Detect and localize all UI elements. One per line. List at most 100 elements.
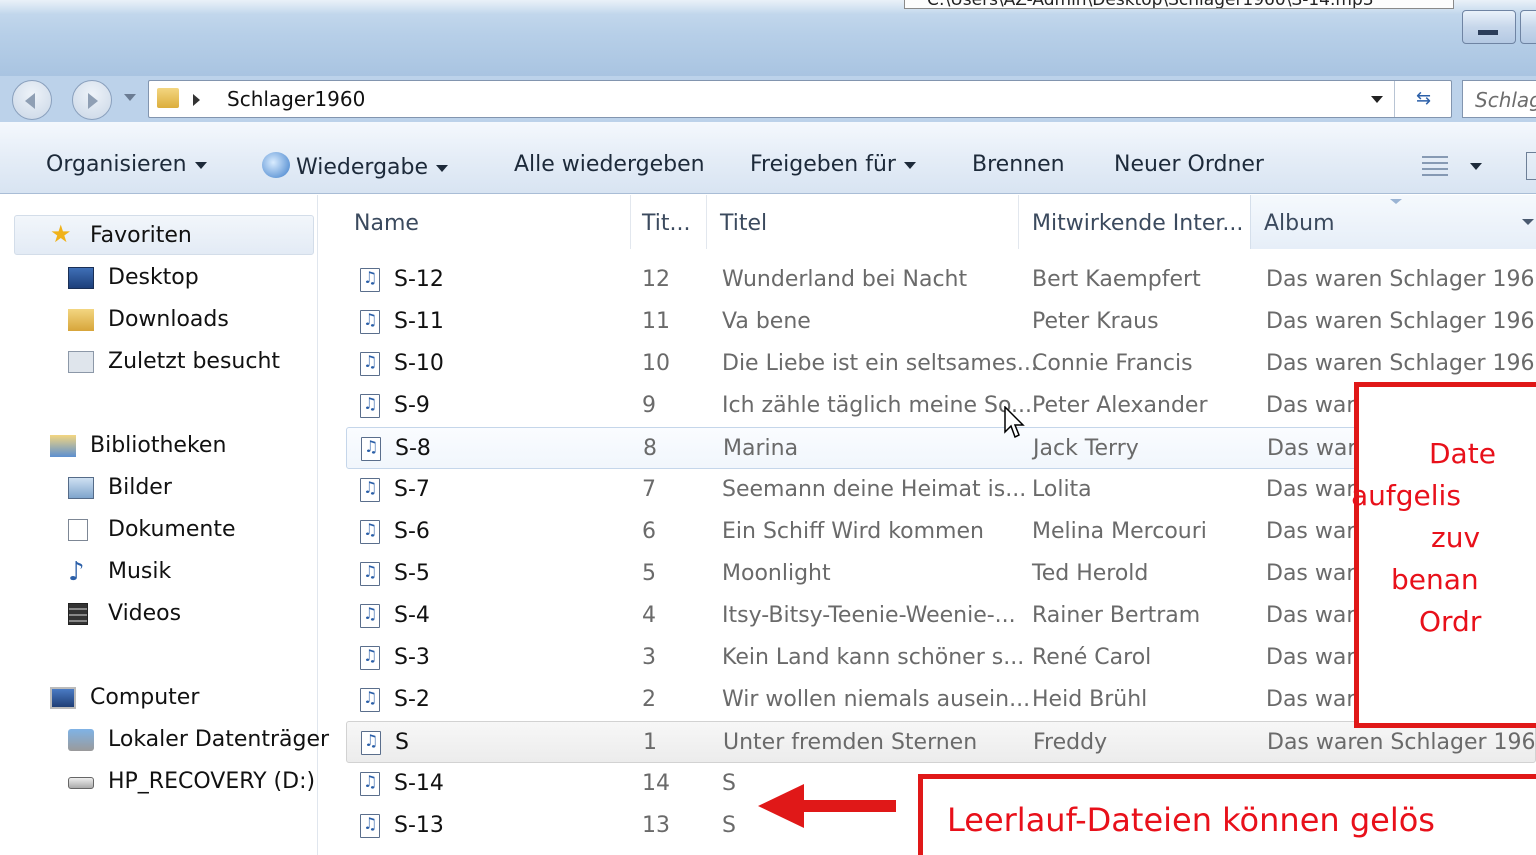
burn-button[interactable]: Brennen bbox=[972, 152, 1065, 177]
file-name: S-14 bbox=[394, 771, 444, 796]
column-header-track[interactable]: Tit... bbox=[642, 211, 690, 236]
address-bar[interactable]: Schlager1960 ⇆ bbox=[148, 80, 1452, 118]
track-artist: Jack Terry bbox=[1033, 436, 1139, 461]
track-title: S bbox=[722, 771, 736, 796]
file-name: S-13 bbox=[394, 813, 444, 838]
track-artist: Freddy bbox=[1033, 730, 1108, 755]
annotation-arrow-shaft bbox=[800, 800, 896, 812]
folder-icon bbox=[157, 88, 179, 108]
column-header-title[interactable]: Titel bbox=[720, 211, 767, 236]
share-with-button[interactable]: Freigeben für bbox=[750, 152, 916, 177]
track-artist: Lolita bbox=[1032, 477, 1092, 502]
track-title: Ein Schiff Wird kommen bbox=[722, 519, 984, 544]
maximize-button[interactable] bbox=[1520, 10, 1536, 44]
play-all-button[interactable]: Alle wiedergeben bbox=[514, 152, 705, 177]
file-name: S-8 bbox=[395, 436, 431, 461]
track-number: 7 bbox=[642, 477, 656, 502]
navigation-pane: ★ Favoriten Desktop Downloads Zuletzt be… bbox=[0, 195, 329, 855]
new-folder-button[interactable]: Neuer Ordner bbox=[1114, 152, 1264, 177]
breadcrumb-folder[interactable]: Schlager1960 bbox=[227, 87, 365, 111]
share-with-label: Freigeben für bbox=[750, 152, 896, 177]
back-button[interactable] bbox=[12, 80, 52, 120]
track-title: Seemann deine Heimat is... bbox=[722, 477, 1027, 502]
column-header-artists[interactable]: Mitwirkende Inter... bbox=[1032, 211, 1243, 236]
audio-file-icon bbox=[360, 394, 380, 418]
recent-pages-dropdown-icon[interactable] bbox=[124, 94, 136, 101]
annotation-arrow-icon bbox=[758, 784, 804, 828]
audio-file-icon bbox=[360, 352, 380, 376]
pictures-icon bbox=[68, 477, 94, 499]
refresh-icon: ⇆ bbox=[1415, 88, 1432, 109]
track-artist: Melina Mercouri bbox=[1032, 519, 1207, 544]
column-divider[interactable] bbox=[630, 195, 631, 249]
track-artist: Heid Brühl bbox=[1032, 687, 1148, 712]
file-name: S-7 bbox=[394, 477, 430, 502]
file-row[interactable]: S-10 10 Die Liebe ist ein seltsames...Conn… bbox=[346, 343, 1536, 385]
audio-file-icon bbox=[360, 772, 380, 796]
search-input[interactable]: Schlag bbox=[1462, 80, 1536, 118]
track-album: Das waren Schlager 1960 bbox=[1266, 309, 1536, 334]
track-number: 1 bbox=[643, 730, 657, 755]
playback-button[interactable]: Wiedergabe bbox=[262, 152, 449, 180]
sidebar-item-label: Videos bbox=[108, 601, 182, 626]
track-title: Marina bbox=[723, 436, 799, 461]
minimize-icon bbox=[1478, 30, 1498, 35]
track-artist: Rainer Bertram bbox=[1032, 603, 1201, 628]
minimize-button[interactable] bbox=[1462, 10, 1516, 44]
sidebar-item-label: Desktop bbox=[108, 265, 199, 290]
callout-line: benan bbox=[1391, 563, 1479, 596]
file-name: S-3 bbox=[394, 645, 430, 670]
downloads-folder-icon bbox=[68, 309, 94, 331]
sidebar-item-label: Bibliotheken bbox=[90, 433, 227, 458]
chevron-down-icon bbox=[194, 161, 207, 169]
sidebar-item-label: Dokumente bbox=[108, 517, 236, 542]
track-title: Va bene bbox=[722, 309, 811, 334]
sidebar-item-label: Lokaler Datenträger bbox=[108, 727, 330, 752]
track-album: Das waren Schlager 1960 bbox=[1267, 730, 1536, 755]
sidebar-item-label: Favoriten bbox=[90, 223, 192, 248]
callout-line: zuv bbox=[1431, 521, 1481, 554]
track-number: 11 bbox=[642, 309, 670, 334]
file-name: S-5 bbox=[394, 561, 430, 586]
preview-pane-icon[interactable] bbox=[1526, 152, 1536, 180]
title-bar bbox=[0, 0, 1536, 76]
command-bar: Organisieren Wiedergabe Alle wiedergeben… bbox=[0, 122, 1536, 194]
file-row[interactable]: S-12 12 Wunderland bei Nacht Bert Kaempfert… bbox=[346, 259, 1536, 301]
file-name: S-2 bbox=[394, 687, 430, 712]
column-filter-dropdown-icon[interactable] bbox=[1522, 219, 1534, 225]
track-title: Die Liebe ist ein seltsames... bbox=[722, 351, 1038, 376]
column-header-name[interactable]: Name bbox=[354, 211, 419, 236]
hard-drive-icon bbox=[68, 729, 94, 751]
track-artist: Ted Herold bbox=[1032, 561, 1149, 586]
refresh-button[interactable]: ⇆ bbox=[1394, 81, 1452, 117]
track-artist: Peter Kraus bbox=[1032, 309, 1159, 334]
file-name: S-4 bbox=[394, 603, 430, 628]
track-number: 9 bbox=[642, 393, 656, 418]
forward-button[interactable] bbox=[72, 80, 112, 120]
breadcrumb-arrow-icon[interactable] bbox=[193, 94, 200, 106]
audio-file-icon bbox=[360, 688, 380, 712]
path-tooltip: C:\Users\AZ-Admin\Desktop\Schlager1960\S… bbox=[904, 0, 1454, 9]
track-number: 13 bbox=[642, 813, 670, 838]
sort-indicator-icon bbox=[1390, 199, 1402, 204]
track-number: 14 bbox=[642, 771, 670, 796]
column-divider[interactable] bbox=[706, 195, 707, 249]
column-divider[interactable] bbox=[1018, 195, 1019, 249]
track-number: 2 bbox=[642, 687, 656, 712]
audio-file-icon bbox=[361, 731, 381, 755]
track-number: 12 bbox=[642, 267, 670, 292]
track-artist: Peter Alexander bbox=[1032, 393, 1208, 418]
drive-icon bbox=[68, 777, 94, 789]
organize-button[interactable]: Organisieren bbox=[46, 152, 207, 177]
file-row[interactable]: S-11 11 Va bene Peter Kraus Das waren Schlag… bbox=[346, 301, 1536, 343]
music-note-icon: ♪ bbox=[68, 557, 85, 587]
track-artist: Bert Kaempfert bbox=[1032, 267, 1201, 292]
address-dropdown-icon[interactable] bbox=[1371, 96, 1383, 103]
view-dropdown-icon[interactable] bbox=[1470, 163, 1482, 170]
track-artist: René Carol bbox=[1032, 645, 1152, 670]
annotation-note: Leerlauf-Dateien können gelös bbox=[918, 774, 1536, 855]
track-title: Kein Land kann schöner s... bbox=[722, 645, 1025, 670]
audio-file-icon bbox=[360, 562, 380, 586]
column-header-album[interactable]: Album bbox=[1264, 211, 1335, 236]
view-options-icon[interactable] bbox=[1422, 156, 1448, 176]
